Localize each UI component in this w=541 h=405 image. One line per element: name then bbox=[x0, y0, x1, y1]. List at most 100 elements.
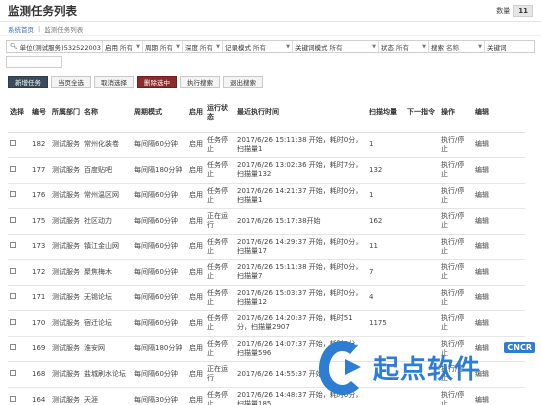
row-last-run: 2017/6/26 15:11:38 开始，耗时0分，扫描量7 bbox=[235, 259, 367, 285]
breadcrumb-home[interactable]: 系统首页 bbox=[8, 24, 34, 34]
checkbox[interactable] bbox=[10, 242, 16, 249]
row-status: 正在运行 bbox=[205, 361, 235, 387]
col-header-status: 运行状态 bbox=[205, 94, 235, 133]
row-checkbox[interactable] bbox=[8, 233, 30, 260]
checkbox[interactable] bbox=[10, 344, 16, 351]
row-edit-link[interactable]: 编辑 bbox=[473, 284, 525, 311]
checkbox[interactable] bbox=[10, 293, 16, 300]
row-name[interactable]: 天涯 bbox=[82, 386, 132, 405]
row-id: 182 bbox=[30, 131, 50, 158]
row-op-link[interactable]: 执行/停止 bbox=[439, 157, 473, 183]
row-name[interactable]: 淮安网 bbox=[82, 335, 132, 362]
select-all-button[interactable]: 当页全选 bbox=[51, 76, 91, 88]
row-status: 正在运行 bbox=[205, 208, 235, 234]
row-name[interactable]: 镇江金山网 bbox=[82, 233, 132, 260]
row-next bbox=[405, 208, 439, 234]
checkbox[interactable] bbox=[10, 318, 16, 325]
depth-select[interactable]: 深度 所有 ▼ bbox=[183, 41, 223, 52]
row-next bbox=[405, 131, 439, 158]
run-search-button[interactable]: 执行搜索 bbox=[180, 76, 220, 88]
row-op-link[interactable]: 执行/停止 bbox=[439, 233, 473, 260]
row-edit-link[interactable]: 编辑 bbox=[473, 157, 525, 183]
row-scan: 7 bbox=[367, 259, 405, 285]
col-header-select: 选择 bbox=[8, 94, 30, 133]
row-edit-link[interactable]: 编辑 bbox=[473, 259, 525, 285]
chevron-down-icon: ▼ bbox=[136, 43, 140, 50]
row-op-link[interactable]: 执行/停止 bbox=[439, 208, 473, 234]
page-header: 监测任务列表 数量 11 bbox=[0, 0, 541, 22]
keyword-mode-select-value: 所有 bbox=[329, 43, 343, 52]
row-op-link[interactable]: 执行/停止 bbox=[439, 182, 473, 209]
row-checkbox[interactable] bbox=[8, 386, 30, 405]
row-last-run: 2017/6/26 14:29:37 开始，耗时0分，扫描量17 bbox=[235, 233, 367, 260]
row-edit-link[interactable]: 编辑 bbox=[473, 233, 525, 260]
enabled-select-label: 启用 bbox=[105, 43, 118, 52]
record-mode-select[interactable]: 记录模式 所有 ▼ bbox=[223, 41, 293, 52]
col-header-last-run: 最近执行时间 bbox=[235, 94, 367, 133]
row-name[interactable]: 社区动力 bbox=[82, 208, 132, 234]
depth-select-label: 深度 bbox=[185, 43, 198, 52]
row-dept: 测试服务 bbox=[50, 361, 82, 387]
row-name[interactable]: 盐城刷水论坛 bbox=[82, 361, 132, 387]
row-checkbox[interactable] bbox=[8, 131, 30, 158]
row-edit-link[interactable]: 编辑 bbox=[473, 182, 525, 209]
chevron-down-icon: ▼ bbox=[286, 43, 290, 50]
row-name[interactable]: 百度贴吧 bbox=[82, 157, 132, 183]
row-checkbox[interactable] bbox=[8, 310, 30, 336]
new-task-button[interactable]: 新增任务 bbox=[8, 76, 48, 88]
checkbox[interactable] bbox=[10, 140, 16, 147]
row-cycle: 每间隔60分钟 bbox=[132, 182, 187, 209]
deselect-button[interactable]: 取消选择 bbox=[94, 76, 134, 88]
page-title: 监测任务列表 bbox=[8, 3, 77, 18]
row-checkbox[interactable] bbox=[8, 335, 30, 362]
checkbox[interactable] bbox=[10, 191, 16, 198]
row-cycle: 每间隔60分钟 bbox=[132, 310, 187, 336]
row-checkbox[interactable] bbox=[8, 157, 30, 183]
row-dept: 测试服务 bbox=[50, 131, 82, 158]
row-name[interactable]: 无锡论坛 bbox=[82, 284, 132, 311]
cycle-select[interactable]: 周期 所有 ▼ bbox=[143, 41, 183, 52]
keyword-mode-select[interactable]: 关键词模式 所有 ▼ bbox=[293, 41, 379, 52]
row-op-link[interactable]: 执行/停止 bbox=[439, 284, 473, 311]
row-last-run: 2017/6/26 14:21:37 开始，耗时0分，扫描量1 bbox=[235, 182, 367, 209]
row-checkbox[interactable] bbox=[8, 259, 30, 285]
unit-search-input[interactable]: 🔍︎ 单位(测试服务)532522003 bbox=[7, 41, 103, 52]
row-name[interactable]: 常州温区网 bbox=[82, 182, 132, 209]
row-dept: 测试服务 bbox=[50, 335, 82, 362]
row-name[interactable]: 聚焦梅木 bbox=[82, 259, 132, 285]
exit-search-button[interactable]: 退出搜索 bbox=[223, 76, 263, 88]
checkbox[interactable] bbox=[10, 165, 16, 172]
status-select[interactable]: 状态 所有 ▼ bbox=[379, 41, 429, 52]
keyword-text-field[interactable] bbox=[6, 56, 62, 68]
keyword-input[interactable]: 关键词 bbox=[485, 41, 534, 52]
row-id: 177 bbox=[30, 157, 50, 183]
row-scan: 11 bbox=[367, 233, 405, 260]
checkbox[interactable] bbox=[10, 216, 16, 223]
row-op-link[interactable]: 执行/停止 bbox=[439, 259, 473, 285]
row-cycle: 每间隔60分钟 bbox=[132, 361, 187, 387]
delete-selected-button[interactable]: 删除选中 bbox=[137, 76, 177, 88]
row-id: 168 bbox=[30, 361, 50, 387]
row-checkbox[interactable] bbox=[8, 208, 30, 234]
row-id: 176 bbox=[30, 182, 50, 209]
search-field-select[interactable]: 搜索 名称 ▼ bbox=[429, 41, 485, 52]
row-checkbox[interactable] bbox=[8, 182, 30, 209]
checkbox[interactable] bbox=[10, 395, 16, 402]
enabled-select[interactable]: 启用 所有 ▼ bbox=[103, 41, 143, 52]
row-enabled: 启用 bbox=[187, 131, 205, 158]
col-header-enabled: 启用 bbox=[187, 94, 205, 133]
row-edit-link[interactable]: 编辑 bbox=[473, 131, 525, 158]
col-header-scan: 扫描均量 bbox=[367, 94, 405, 133]
row-edit-link[interactable]: 编辑 bbox=[473, 208, 525, 234]
checkbox[interactable] bbox=[10, 369, 16, 376]
row-name[interactable]: 宿迁论坛 bbox=[82, 310, 132, 336]
row-op-link[interactable]: 执行/停止 bbox=[439, 131, 473, 158]
checkbox[interactable] bbox=[10, 267, 16, 274]
table-row: 177 测试服务 百度贴吧 每间隔180分钟 启用 任务停止 2017/6/26 13:02… bbox=[8, 157, 525, 183]
row-checkbox[interactable] bbox=[8, 361, 30, 387]
row-name[interactable]: 常州化装卷 bbox=[82, 131, 132, 158]
col-header-id[interactable]: 编号 bbox=[30, 94, 50, 133]
row-checkbox[interactable] bbox=[8, 284, 30, 311]
depth-select-value: 所有 bbox=[200, 43, 213, 52]
row-status: 任务停止 bbox=[205, 284, 235, 311]
